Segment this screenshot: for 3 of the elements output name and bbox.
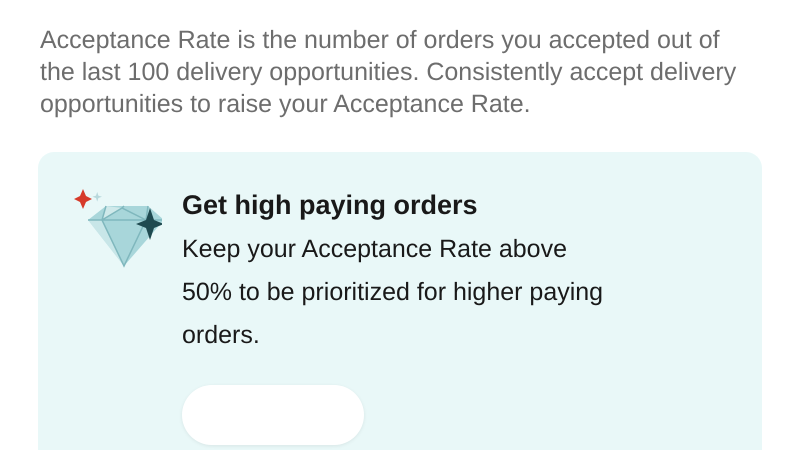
card-title: Get high paying orders bbox=[182, 189, 479, 222]
description-text: Acceptance Rate is the number of orders you accepted out of the last 100 delivery opportunities. Consistently accept delivery opportunities to raise your Acceptance Rate. bbox=[40, 25, 738, 120]
card-text: Keep your Acceptance Rate above 50% to be prioritized for higher paying orders. bbox=[182, 234, 604, 351]
